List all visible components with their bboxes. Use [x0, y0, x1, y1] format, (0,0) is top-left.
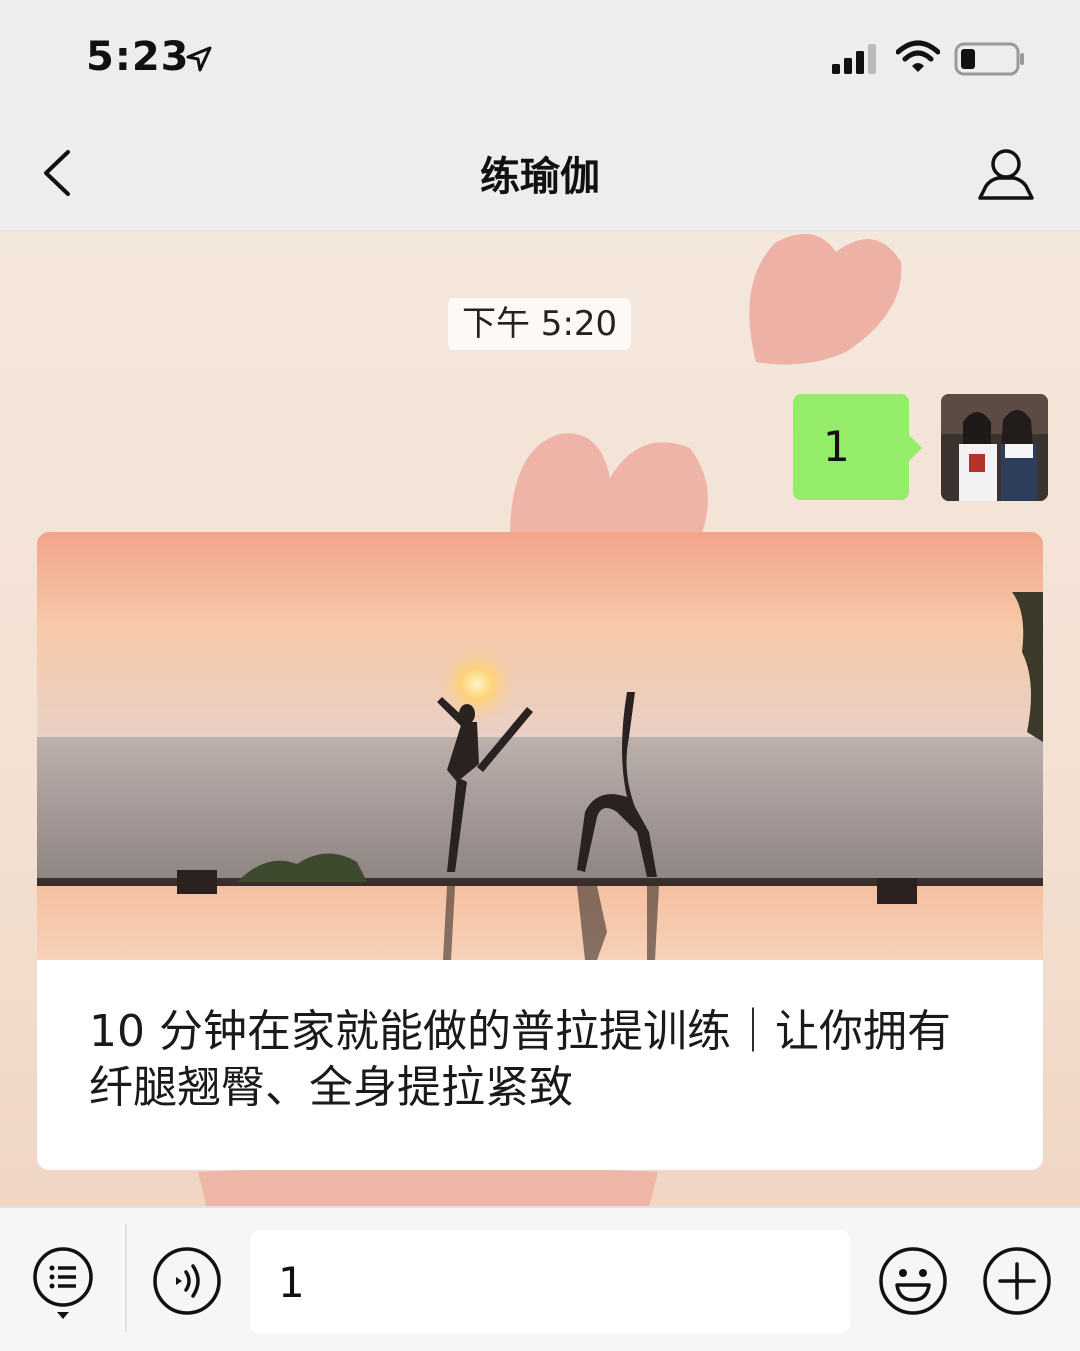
input-bar-divider [125, 1224, 127, 1332]
menu-icon[interactable] [32, 1246, 94, 1322]
voice-icon[interactable] [152, 1246, 222, 1316]
wifi-icon [896, 40, 940, 72]
location-arrow-icon [186, 46, 212, 72]
avatar[interactable] [941, 394, 1048, 501]
avatar-photo [941, 394, 1048, 501]
heart-decoration-1 [749, 234, 902, 365]
message-bubble-sent[interactable]: 1 [793, 394, 909, 500]
page-title: 练瑜伽 [480, 154, 600, 200]
message-bubble-tail [908, 434, 922, 462]
plus-icon[interactable] [982, 1246, 1052, 1316]
input-bar [0, 1206, 1080, 1351]
message-timestamp: 下午 5:20 [448, 298, 632, 350]
article-card[interactable]: 10 分钟在家就能做的普拉提训练｜让你拥有纤腿翘臀、全身提拉紧致 [37, 532, 1043, 1170]
chat-area[interactable]: 下午 5:20 1 10 分钟在家就能做的普拉提训练｜让你拥有纤腿翘臀、全身提拉… [0, 232, 1080, 1206]
message-input[interactable] [250, 1230, 850, 1334]
status-bar: 5:23 [0, 0, 1080, 110]
article-cover-image [37, 532, 1043, 960]
status-time: 5:23 [86, 34, 190, 80]
battery-icon [954, 42, 1024, 76]
nav-bar: 练瑜伽 [0, 110, 1080, 232]
signal-icon [832, 44, 876, 74]
emoji-icon[interactable] [878, 1246, 948, 1316]
article-title[interactable]: 10 分钟在家就能做的普拉提训练｜让你拥有纤腿翘臀、全身提拉紧致 [89, 1004, 989, 1116]
heart-decoration-2 [510, 433, 708, 538]
profile-icon[interactable] [976, 146, 1036, 202]
